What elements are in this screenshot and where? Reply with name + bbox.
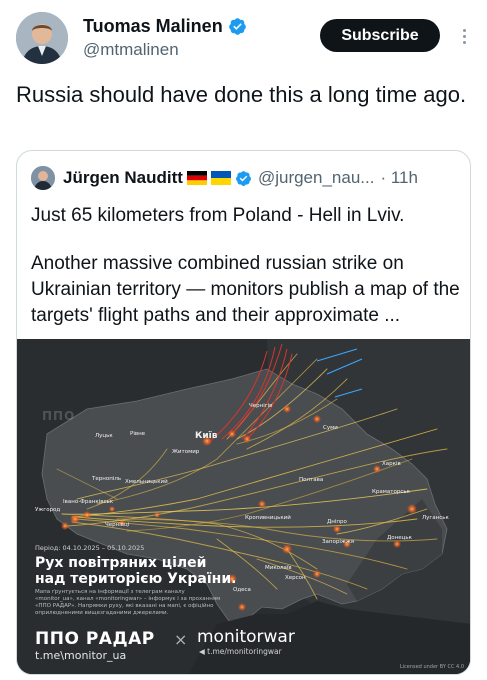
- map-note: Мапа ґрунтується на інформації з телегра…: [35, 589, 221, 616]
- city-label-sumy: Суми: [323, 425, 338, 431]
- ukraine-flag-icon: [210, 171, 231, 185]
- germany-flag-icon: [186, 171, 207, 185]
- city-label-khmelnytskyi: Хмельницький: [125, 479, 168, 485]
- author-avatar[interactable]: [16, 12, 68, 64]
- map-period: Період: 04.10.2025 – 05.10.2025: [35, 544, 145, 552]
- subscribe-button[interactable]: Subscribe: [320, 19, 440, 52]
- brand-monitorwar-link-text: t.me/monitoringwar: [207, 647, 282, 656]
- city-label-ternopil: Тернопіль: [92, 476, 122, 482]
- map-graphic: [17, 339, 470, 674]
- city-label-uzhhorod: Ужгород: [35, 507, 61, 513]
- quoted-author-avatar[interactable]: [31, 166, 55, 190]
- attack-map-image[interactable]: ППО Київ Луцьк Рівне Житомир Чернігів Су…: [17, 339, 470, 674]
- city-label-chernihiv: Чернігів: [249, 403, 273, 409]
- quoted-post-headline: Just 65 kilometers from Poland - Hell in…: [31, 205, 405, 226]
- city-label-zhytomyr: Житомир: [172, 449, 200, 455]
- post-header: Tuomas Malinen @mtmalinen Subscribe: [16, 12, 475, 68]
- quoted-post-header: Jürgen Nauditt @jurgen_nau... · 11h: [31, 165, 460, 191]
- brand-monitorwar-link: ◀ t.me/monitoringwar: [199, 647, 282, 656]
- city-label-kropyvnytskyi: Кропивницький: [245, 515, 291, 521]
- quoted-author-handle[interactable]: @jurgen_nau...: [258, 168, 375, 188]
- map-watermark: ППО: [42, 409, 76, 423]
- city-label-lutsk: Луцьк: [95, 433, 113, 439]
- city-label-luhansk: Луганськ: [422, 515, 449, 521]
- city-label-kramatorsk: Краматорськ: [372, 489, 410, 495]
- city-label-poltava: Полтава: [299, 477, 324, 483]
- city-label-ivano-frankivsk: Івано-Франківськ: [63, 499, 114, 505]
- city-label-donetsk: Донецьк: [387, 535, 412, 541]
- quoted-post-time[interactable]: · 11h: [380, 168, 418, 188]
- verified-badge-icon: [228, 17, 246, 35]
- post-text: Russia should have done this a long time…: [16, 82, 467, 107]
- city-label-zaporizhzhia: Запоріжжя: [322, 539, 355, 545]
- more-options-icon[interactable]: [457, 22, 471, 50]
- author-name[interactable]: Tuomas Malinen: [83, 15, 223, 37]
- city-label-kyiv: Київ: [195, 431, 218, 441]
- city-label-chernivtsi: Чернівці: [105, 522, 130, 528]
- city-label-dnipro: Дніпро: [327, 519, 347, 525]
- author-handle[interactable]: @mtmalinen: [83, 39, 247, 61]
- city-label-kherson: Херсон: [285, 575, 306, 581]
- brand-separator: ×: [174, 630, 188, 649]
- city-label-rivne: Рівне: [130, 431, 146, 437]
- quoted-post-card[interactable]: Jürgen Nauditt @jurgen_nau... · 11h Just…: [16, 150, 471, 675]
- brand-ppo-radar: ППО РАДАР: [35, 629, 155, 649]
- city-label-kharkiv: Харків: [382, 461, 401, 467]
- city-label-odesa: Одеса: [233, 587, 251, 593]
- quoted-post-body: Another massive combined russian strike …: [31, 253, 460, 326]
- brand-monitorwar: monitorwar: [197, 627, 295, 647]
- quoted-verified-badge-icon: [236, 170, 251, 186]
- telegram-icon: ◀: [199, 647, 208, 656]
- map-license: Licensed under BY CC 4.0: [399, 664, 464, 670]
- brand-ppo-link: t.me\monitor_ua: [35, 649, 127, 662]
- map-title-line-2: над територією України.: [35, 571, 237, 587]
- city-label-mykolaiv: Миколаїв: [265, 565, 292, 571]
- map-title-line-1: Рух повітряних цілей: [35, 555, 207, 571]
- map-title: Рух повітряних цілей над територією Укра…: [35, 555, 236, 587]
- quoted-author-name[interactable]: Jürgen Nauditt: [63, 168, 183, 188]
- author-block: Tuomas Malinen @mtmalinen: [83, 15, 247, 61]
- author-name-row[interactable]: Tuomas Malinen: [83, 15, 247, 37]
